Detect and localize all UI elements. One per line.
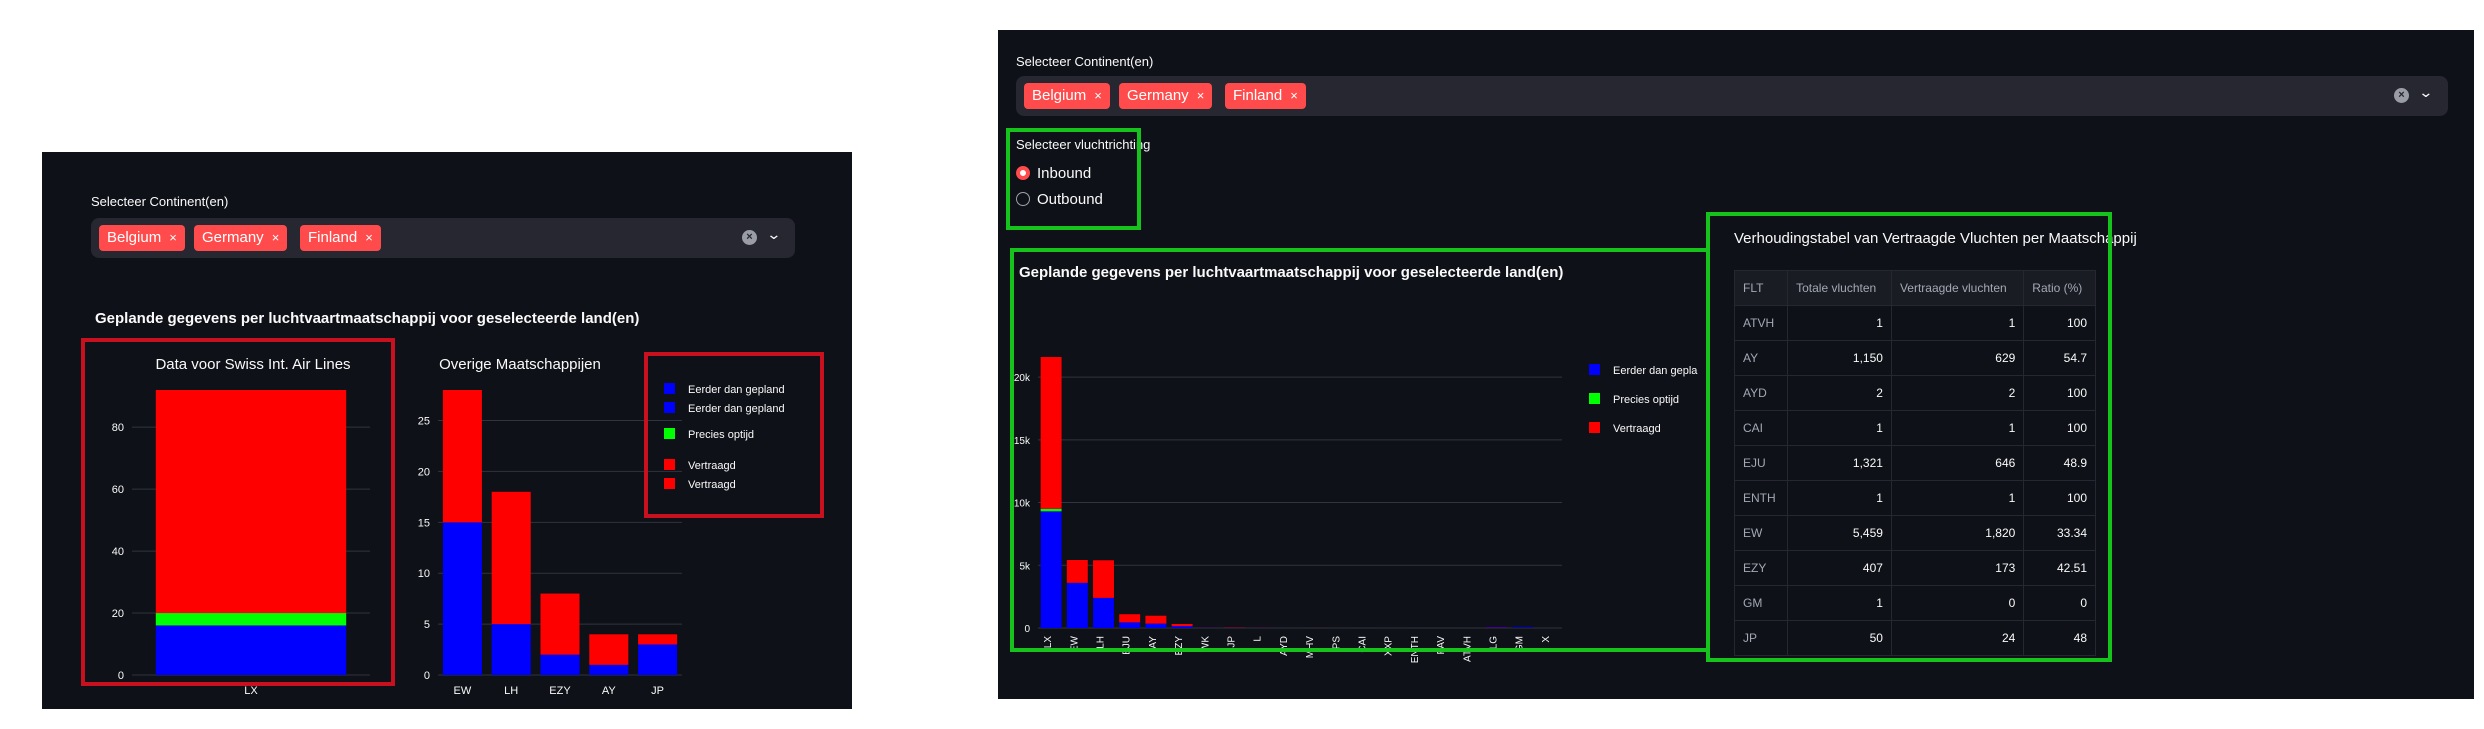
highlight-chart xyxy=(1010,248,1710,652)
right-app-panel: Selecteer Continent(en) Belgium × Germany… xyxy=(998,30,2474,699)
other-airlines-chart: 0 5 10 15 20 25 EW LH EZY AY JP xyxy=(418,390,682,697)
bar-segment xyxy=(589,634,629,665)
x-circle-icon[interactable]: × xyxy=(2394,88,2409,103)
highlight-legend xyxy=(644,352,824,518)
tag-germany[interactable]: Germany × xyxy=(1119,83,1213,109)
highlight-table xyxy=(1706,212,2112,662)
bar-segment xyxy=(442,390,482,523)
bar-segment xyxy=(442,522,482,675)
bar-segment xyxy=(491,491,531,625)
highlight-direction xyxy=(1006,128,1141,230)
tag-remove-icon[interactable]: × xyxy=(1290,88,1298,103)
x-tick-label: LH xyxy=(504,685,518,697)
bar-segment xyxy=(540,654,580,675)
y-tick-label: 15 xyxy=(418,517,430,529)
tag-remove-icon[interactable]: × xyxy=(1094,88,1102,103)
y-tick-label: 20 xyxy=(418,466,430,478)
x-tick-label: LX xyxy=(244,685,258,697)
continent-multiselect[interactable]: Belgium × Germany × Finland × × ⌄ xyxy=(1016,76,2448,116)
tag-belgium[interactable]: Belgium × xyxy=(1024,83,1110,109)
x-tick-label: EZY xyxy=(549,685,571,697)
x-tick-label: JP xyxy=(651,685,664,697)
y-tick-label: 0 xyxy=(424,670,430,682)
chevron-down-icon[interactable]: ⌄ xyxy=(2418,84,2433,101)
bar-segment xyxy=(638,634,678,645)
continent-select-label: Selecteer Continent(en) xyxy=(1016,54,1154,69)
highlight-swiss-chart xyxy=(81,338,395,686)
chart-title: Overige Maatschappijen xyxy=(439,356,601,373)
y-tick-label: 10 xyxy=(418,568,430,580)
tag-remove-icon[interactable]: × xyxy=(1197,88,1205,103)
bar-segment xyxy=(589,664,629,675)
x-tick-label: AY xyxy=(602,685,617,697)
bar-segment xyxy=(638,644,678,675)
tag-label: Finland xyxy=(1233,87,1283,104)
x-tick-label: EW xyxy=(454,685,472,697)
tag-label: Germany xyxy=(1127,87,1189,104)
y-tick-label: 25 xyxy=(418,416,430,428)
left-app-panel: Selecteer Continent(en) Belgium × Germany… xyxy=(42,152,852,709)
y-tick-label: 5 xyxy=(424,619,430,631)
bar-segment xyxy=(540,593,580,655)
bar-segment xyxy=(491,624,531,675)
tag-label: Belgium xyxy=(1032,87,1087,104)
tag-finland[interactable]: Finland × xyxy=(1225,83,1306,109)
